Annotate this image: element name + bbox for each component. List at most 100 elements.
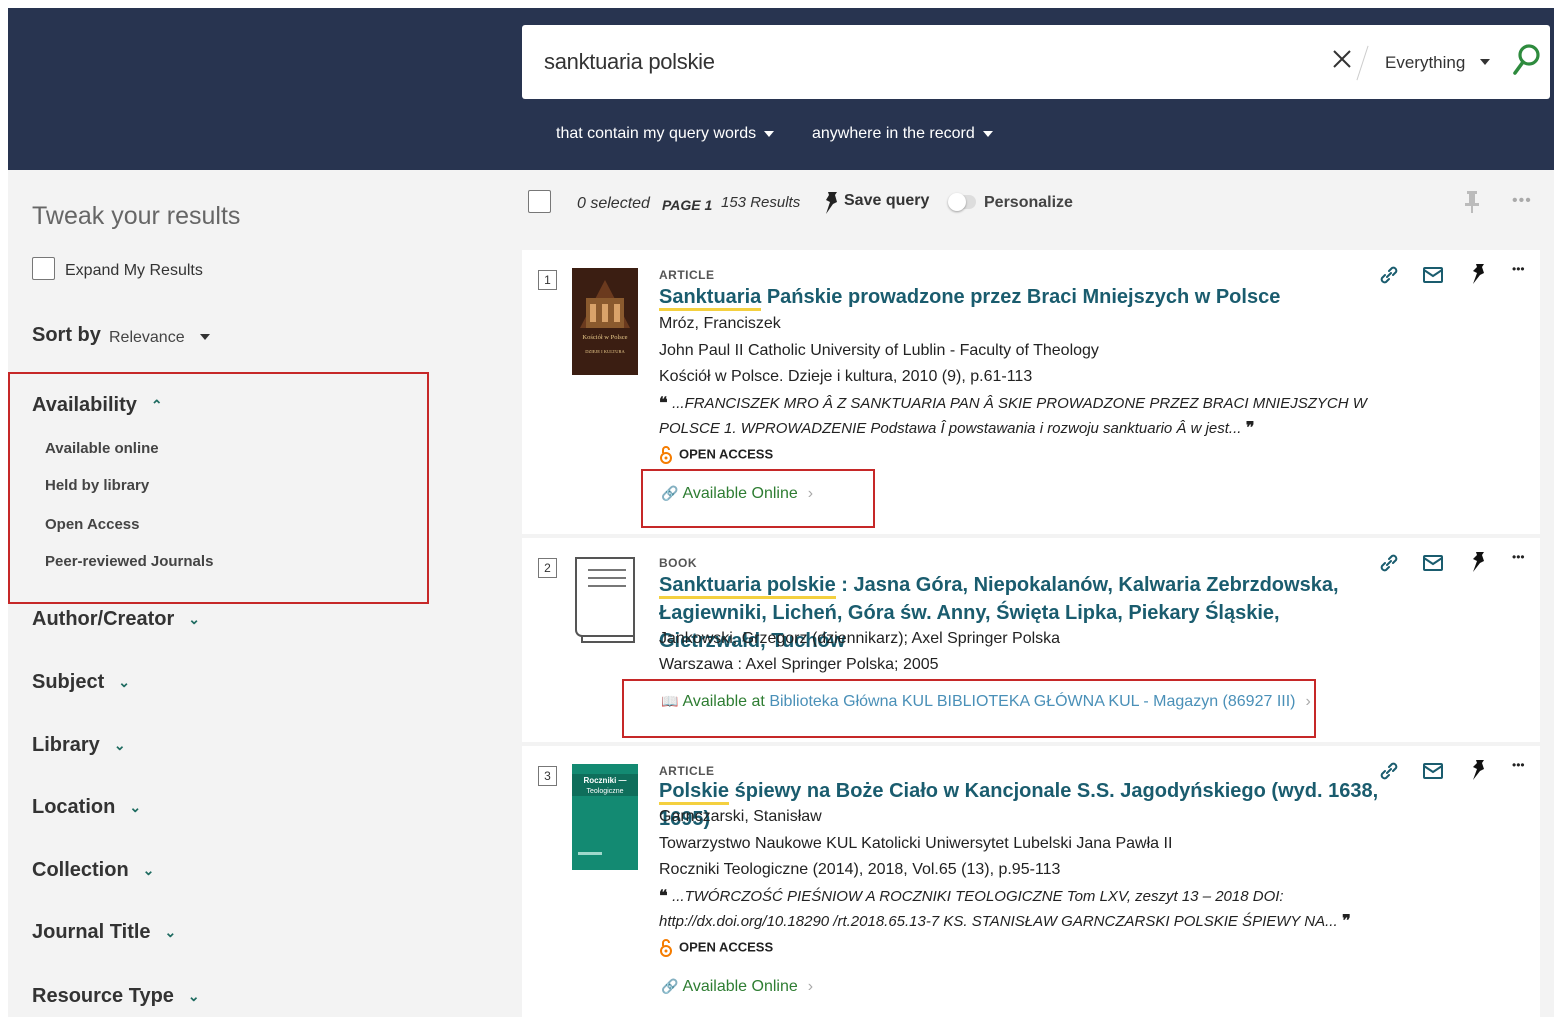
selected-count: 0 selected (577, 195, 650, 212)
open-access-icon (660, 446, 672, 464)
pin-icon[interactable] (822, 190, 840, 216)
availability-link[interactable]: 🔗 Available Online › (661, 485, 813, 503)
caret-down-icon (982, 130, 993, 137)
results-list: 1 Kościół w Polsce DZIEJE I KULTURA ARTI… (522, 250, 1554, 1017)
expand-results-checkbox[interactable] (32, 257, 55, 280)
email-icon[interactable] (1422, 264, 1444, 286)
result-item[interactable]: 1 Kościół w Polsce DZIEJE I KULTURA ARTI… (522, 250, 1540, 534)
search-icon[interactable] (1512, 43, 1542, 77)
divider (1356, 45, 1369, 81)
pin-icon[interactable] (1467, 263, 1489, 285)
facet-library[interactable]: Library ⌄ (32, 734, 126, 757)
expand-results-label[interactable]: Expand My Results (65, 262, 203, 280)
link-icon: 🔗 (661, 978, 679, 994)
result-author: Jankowski, Grzegorz (dziennikarz); Axel … (659, 630, 1061, 647)
result-author: Mróz, Franciszek (659, 315, 781, 332)
facet-item-open-access[interactable]: Open Access (45, 516, 140, 533)
cover-title-text: Kościół w Polsce (582, 334, 627, 341)
permalink-icon[interactable] (1378, 264, 1400, 286)
facet-label: Library (32, 734, 100, 756)
close-quote-icon: ❞ (1337, 913, 1351, 930)
facet-collection[interactable]: Collection ⌄ (32, 859, 154, 882)
more-options-icon[interactable]: ••• (1512, 192, 1532, 210)
query-field-dropdown[interactable]: anywhere in the record (812, 125, 993, 143)
facet-subject[interactable]: Subject ⌄ (32, 671, 130, 694)
result-snippet: ❝ ...FRANCISZEK MRO Â Z SANKTUARIA PAN Â… (659, 391, 1419, 441)
chevron-right-icon: › (1305, 693, 1311, 710)
book-icon-thumbnail[interactable] (572, 556, 638, 644)
email-icon[interactable] (1422, 552, 1444, 574)
caret-down-icon[interactable] (200, 334, 210, 340)
facet-journal-title[interactable]: Journal Title ⌄ (32, 921, 176, 944)
more-actions-icon[interactable]: ••• (1512, 550, 1534, 572)
chevron-right-icon: › (807, 485, 814, 502)
chevron-down-icon: ⌄ (164, 924, 177, 941)
clear-search-icon[interactable] (1330, 47, 1354, 71)
close-quote-icon: ❞ (1241, 420, 1255, 437)
permalink-icon[interactable] (1378, 552, 1400, 574)
chevron-down-icon: ⌄ (113, 737, 126, 754)
availability-label: Available Online (682, 978, 798, 995)
result-item[interactable]: 2 BOOK Sanktuaria polskie : Jasna Góra, … (522, 538, 1540, 742)
snippet-text: ...FRANCISZEK MRO Â Z SANKTUARIA PAN Â S… (659, 395, 1367, 437)
caret-down-icon (764, 130, 775, 137)
resource-type: ARTICLE (659, 764, 715, 778)
title-rest: Pańskie prowadzone przez Braci Mniejszyc… (761, 286, 1281, 308)
open-access-badge: OPEN ACCESS (659, 446, 773, 464)
query-match-dropdown[interactable]: that contain my query words (556, 125, 775, 143)
search-scope-dropdown[interactable]: Everything (1385, 53, 1465, 73)
more-actions-icon[interactable]: ••• (1512, 758, 1534, 780)
facet-label: Author/Creator (32, 608, 175, 630)
availability-prefix: Available at (682, 693, 765, 710)
result-title-link[interactable]: Sanktuaria Pańskie prowadzone przez Brac… (659, 283, 1379, 311)
facet-resource-type[interactable]: Resource Type ⌄ (32, 985, 200, 1008)
email-icon[interactable] (1422, 760, 1444, 782)
availability-link[interactable]: 🔗 Available Online › (661, 978, 813, 996)
chevron-up-icon: ⌃ (150, 397, 163, 414)
resource-type: BOOK (659, 556, 697, 570)
save-query-button[interactable]: Save query (844, 192, 929, 210)
facet-availability[interactable]: Availability ⌃ (32, 394, 163, 417)
title-highlight: Polskie (659, 780, 730, 805)
chevron-down-icon: ⌄ (129, 799, 142, 816)
select-all-checkbox[interactable] (528, 190, 551, 213)
results-count: 153 Results (721, 194, 801, 211)
facet-author-creator[interactable]: Author/Creator ⌄ (32, 608, 200, 631)
result-publisher: Warszawa : Axel Springer Polska; 2005 (659, 656, 939, 673)
facet-label: Availability (32, 394, 137, 416)
cover-title-text: Roczniki — (583, 776, 626, 785)
personalize-toggle[interactable] (948, 193, 976, 211)
sort-dropdown[interactable]: Relevance (109, 329, 185, 347)
chevron-down-icon: ⌄ (188, 611, 200, 628)
cover-subtitle-text: Teologiczne (587, 788, 624, 795)
personalize-label[interactable]: Personalize (984, 194, 1073, 212)
facet-label: Location (32, 796, 116, 818)
caret-down-icon[interactable] (1480, 59, 1490, 65)
search-input[interactable]: sanktuaria polskie (544, 49, 715, 75)
result-item[interactable]: 3 Roczniki — Teologiczne ARTICLE Polskie… (522, 746, 1540, 1017)
snippet-text: ...TWÓRCZOŚĆ PIEŚNIOW A ROCZNIKI TEOLOGI… (659, 888, 1338, 930)
availability-link[interactable]: 📖 Available at Biblioteka Główna KUL BIBL… (661, 693, 1311, 711)
permalink-icon[interactable] (1378, 760, 1400, 782)
open-access-label: OPEN ACCESS (679, 446, 774, 462)
facet-location[interactable]: Location ⌄ (32, 796, 141, 819)
pinned-items-icon[interactable] (1464, 190, 1480, 214)
title-highlight: Sanktuaria (659, 286, 762, 311)
facet-item-available-online[interactable]: Available online (45, 440, 159, 457)
result-publisher: Towarzystwo Naukowe KUL Katolicki Uniwer… (659, 835, 1173, 852)
sort-label: Sort by (32, 324, 101, 346)
facet-item-held-by-library[interactable]: Held by library (45, 477, 149, 494)
facet-item-peer-reviewed[interactable]: Peer-reviewed Journals (45, 553, 213, 570)
facet-label: Resource Type (32, 985, 174, 1007)
book-cover-thumbnail[interactable]: Kościół w Polsce DZIEJE I KULTURA (572, 268, 638, 375)
more-actions-icon[interactable]: ••• (1512, 262, 1534, 284)
cover-subtitle-text: DZIEJE I KULTURA (585, 349, 625, 354)
search-bar[interactable]: sanktuaria polskie Everything (522, 25, 1550, 99)
sidebar-title: Tweak your results (32, 202, 241, 230)
pin-icon[interactable] (1467, 551, 1489, 573)
facet-label: Collection (32, 859, 129, 881)
pin-icon[interactable] (1467, 759, 1489, 781)
query-field-label: anywhere in the record (812, 125, 975, 142)
page-indicator: PAGE 1 (662, 197, 713, 213)
journal-cover-thumbnail[interactable]: Roczniki — Teologiczne (572, 764, 638, 870)
